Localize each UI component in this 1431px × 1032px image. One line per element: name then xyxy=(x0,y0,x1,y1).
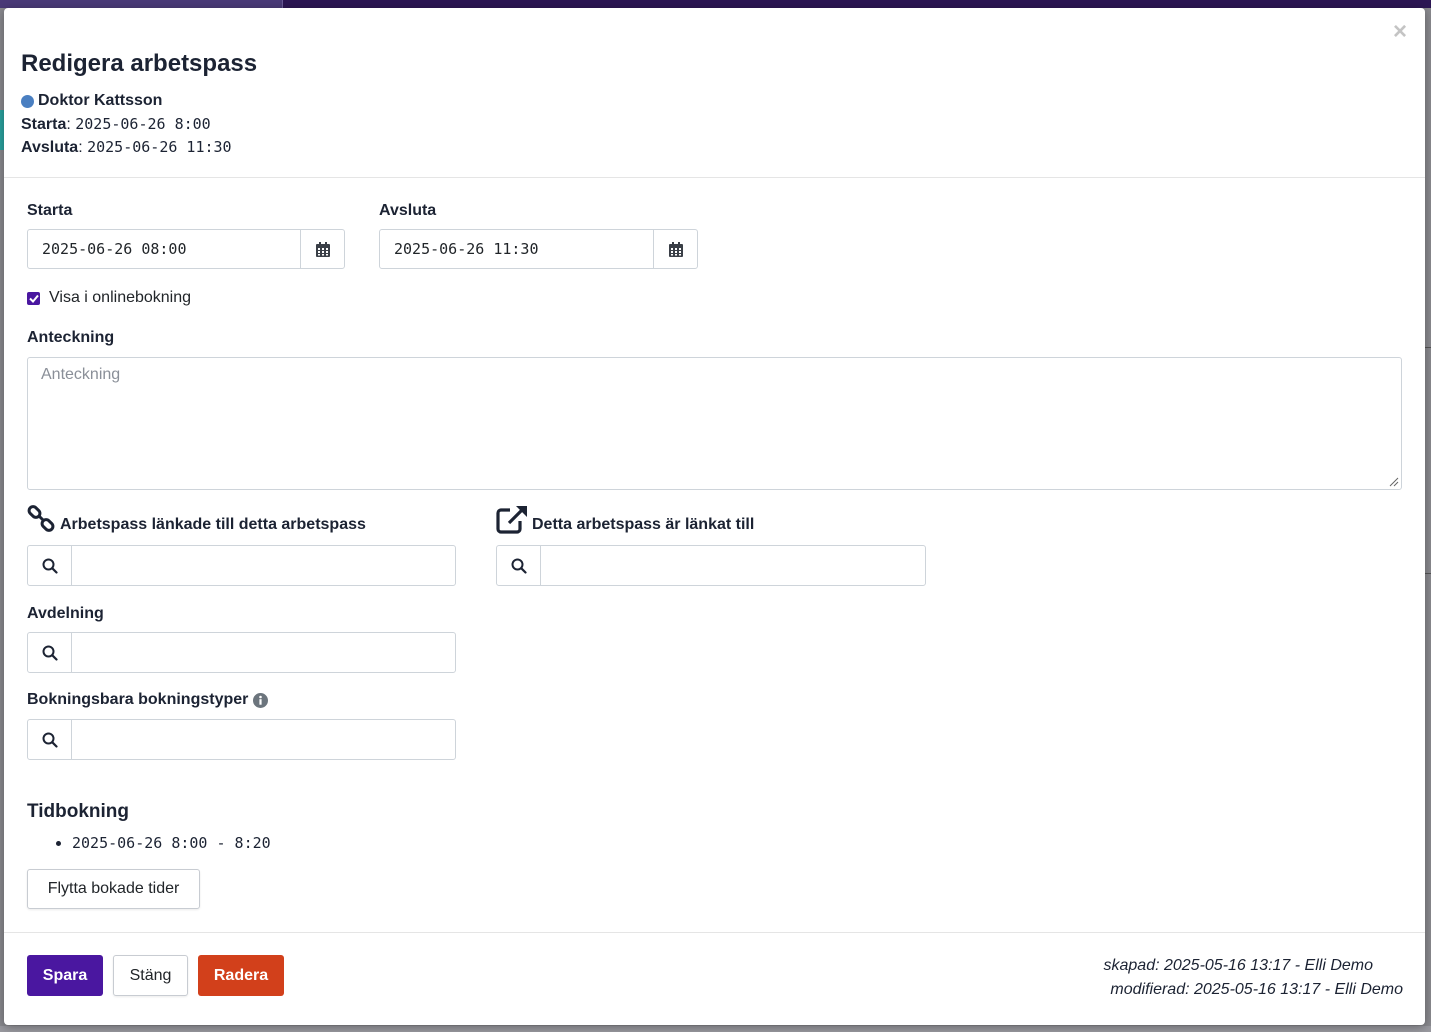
check-icon xyxy=(28,294,39,303)
search-icon xyxy=(42,732,58,748)
staff-name-label: Doktor Kattsson xyxy=(38,92,163,109)
end-calendar-button[interactable] xyxy=(653,230,697,268)
calendar-icon xyxy=(668,241,683,257)
info-icon[interactable] xyxy=(253,692,269,708)
calendar-icon xyxy=(315,241,330,257)
meta-start: Starta: 2025-06-26 8:00 xyxy=(21,115,211,133)
footer-divider xyxy=(4,932,1425,933)
search-addon xyxy=(28,546,72,585)
department-input[interactable] xyxy=(72,633,455,672)
move-booked-times-button[interactable]: Flytta bokade tider xyxy=(27,869,200,909)
created-info: skapad: 2025-05-16 13:17 - Elli Demo xyxy=(1103,957,1374,974)
note-textarea[interactable] xyxy=(27,357,1402,490)
background-divider xyxy=(1425,573,1431,574)
booking-types-label: Bokningsbara bokningstyper xyxy=(27,691,249,708)
background-app-tab xyxy=(0,0,283,8)
linked-from-header: Detta arbetspass är länkat till xyxy=(496,504,754,534)
start-calendar-button[interactable] xyxy=(300,230,344,268)
list-item: 2025-06-26 8:00 - 8:20 xyxy=(72,834,271,852)
booking-types-search xyxy=(27,719,456,760)
background-app-bottom xyxy=(0,1026,1431,1032)
linked-to-this-label: Arbetspass länkade till detta arbetspass xyxy=(60,516,366,533)
end-label: Avsluta xyxy=(379,202,437,219)
start-datetime-picker xyxy=(27,229,345,269)
linked-to-this-header: Arbetspass länkade till detta arbetspass xyxy=(27,504,366,534)
tidbokning-list: 2025-06-26 8:00 - 8:20 xyxy=(48,834,271,852)
start-datetime-input[interactable] xyxy=(28,230,300,268)
linked-from-search xyxy=(496,545,926,586)
staff-color-dot xyxy=(21,94,34,108)
meta-end: Avsluta: 2025-06-26 11:30 xyxy=(21,138,232,156)
linked-to-this-search xyxy=(27,545,456,586)
tidbokning-title: Tidbokning xyxy=(27,801,130,822)
delete-button[interactable]: Radera xyxy=(198,955,284,996)
end-datetime-picker xyxy=(379,229,698,269)
linked-from-input[interactable] xyxy=(541,546,925,585)
booking-types-header: Bokningsbara bokningstyper xyxy=(27,691,269,709)
search-addon xyxy=(28,720,72,759)
modal-header: Redigera arbetspass Doktor Kattsson Star… xyxy=(4,8,1425,178)
meta-end-label: Avsluta xyxy=(21,139,79,156)
external-link-icon xyxy=(496,506,527,534)
end-datetime-input[interactable] xyxy=(380,230,653,268)
linked-to-this-input[interactable] xyxy=(72,546,455,585)
start-label: Starta xyxy=(27,202,73,219)
modal-title: Redigera arbetspass xyxy=(21,50,258,77)
online-booking-checkbox[interactable] xyxy=(27,291,40,305)
meta-start-value: 2025-06-26 8:00 xyxy=(75,115,211,133)
search-icon xyxy=(511,558,527,574)
edit-shift-modal: × Redigera arbetspass Doktor Kattsson St… xyxy=(4,8,1425,1025)
booking-types-input[interactable] xyxy=(72,720,455,759)
search-icon xyxy=(42,645,58,661)
resize-handle-icon[interactable] xyxy=(1389,477,1399,487)
linked-from-label: Detta arbetspass är länkat till xyxy=(532,516,755,533)
online-booking-toggle[interactable]: Visa i onlinebokning xyxy=(27,289,191,307)
search-addon xyxy=(497,546,541,585)
department-label: Avdelning xyxy=(27,605,104,622)
background-divider xyxy=(1425,347,1431,348)
online-booking-label: Visa i onlinebokning xyxy=(49,289,192,306)
search-icon xyxy=(42,558,58,574)
department-search xyxy=(27,632,456,673)
meta-end-value: 2025-06-26 11:30 xyxy=(87,138,232,156)
close-button[interactable]: Stäng xyxy=(113,955,188,996)
note-label: Anteckning xyxy=(27,329,115,346)
staff-name: Doktor Kattsson xyxy=(21,92,162,110)
link-icon xyxy=(27,505,55,532)
modified-info: modifierad: 2025-05-16 13:17 - Elli Demo xyxy=(1110,981,1403,998)
search-addon xyxy=(28,633,72,672)
meta-start-label: Starta xyxy=(21,116,67,133)
save-button[interactable]: Spara xyxy=(27,955,103,996)
